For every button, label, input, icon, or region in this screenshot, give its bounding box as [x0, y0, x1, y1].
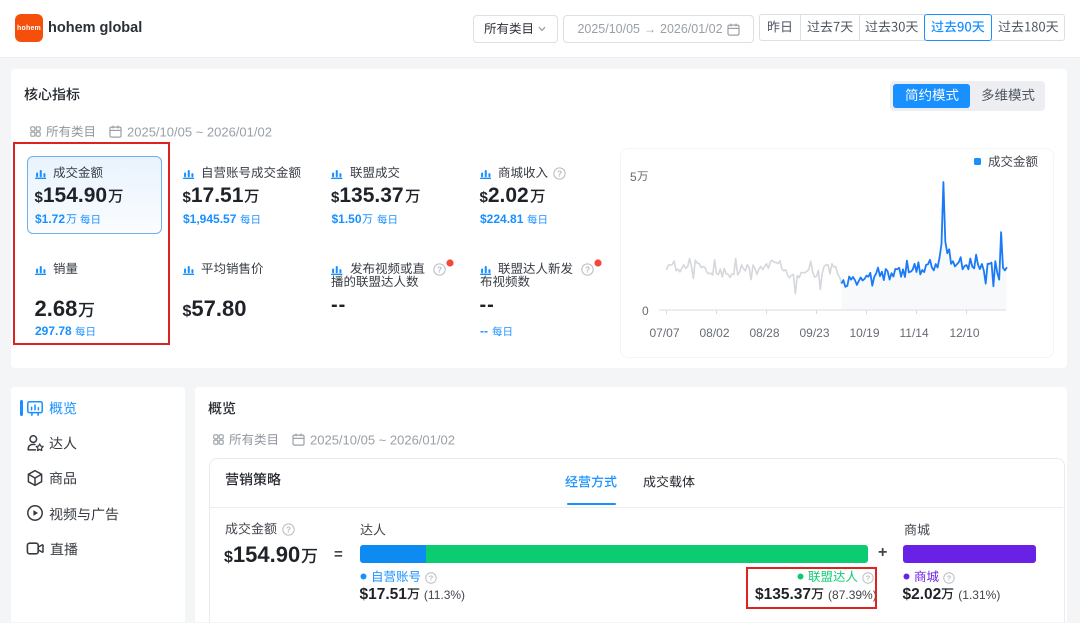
svg-text:?: ?	[436, 264, 441, 274]
svg-text:?: ?	[429, 573, 434, 582]
svg-text:?: ?	[585, 264, 590, 274]
svg-text:?: ?	[947, 573, 952, 582]
svg-text:?: ?	[286, 524, 291, 534]
svg-text:?: ?	[557, 168, 562, 178]
